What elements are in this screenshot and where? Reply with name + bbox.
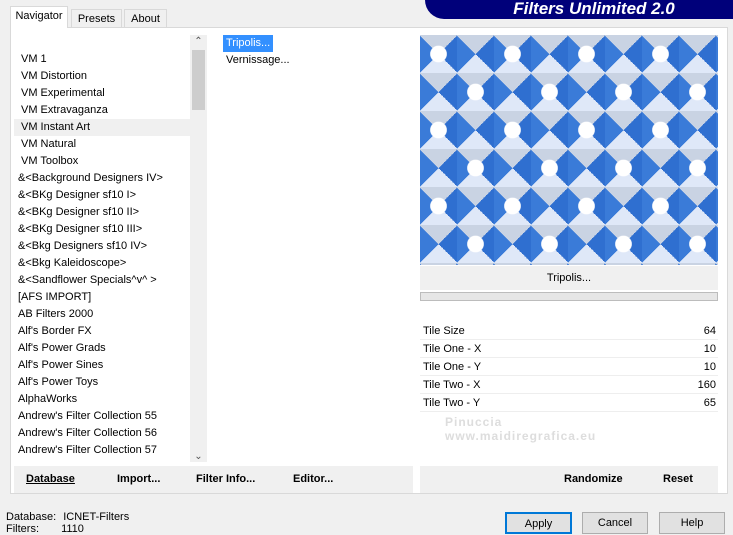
cancel-button[interactable]: Cancel (582, 512, 648, 534)
filter-preview (420, 35, 718, 265)
param-label: Tile Two - Y (423, 397, 481, 409)
reset-button[interactable]: Reset (663, 466, 693, 493)
param-value[interactable]: 65 (704, 394, 716, 411)
status-info: Database: ICNET-Filters Filters: 1110 (6, 511, 130, 535)
scroll-up-icon[interactable]: ⌃ (190, 35, 207, 49)
progress-bar (420, 292, 718, 301)
category-item[interactable]: Alf's Power Sines (14, 357, 190, 374)
category-item[interactable]: &<Background Designers IV> (14, 170, 190, 187)
category-item[interactable]: VM Distortion (14, 68, 190, 85)
category-item[interactable]: &<BKg Designer sf10 III> (14, 221, 190, 238)
tab-presets[interactable]: Presets (71, 9, 122, 28)
param-value[interactable]: 10 (704, 340, 716, 357)
param-row[interactable]: Tile One - Y 10 (420, 358, 718, 376)
category-item[interactable]: VM Extravaganza (14, 102, 190, 119)
editor-button[interactable]: Editor... (293, 466, 333, 493)
category-item[interactable]: AlphaWorks (14, 391, 190, 408)
right-button-bar: Randomize Reset (420, 466, 718, 493)
category-item[interactable]: VM Natural (14, 136, 190, 153)
filter-list[interactable]: Tripolis... Vernissage... (214, 35, 412, 462)
param-value[interactable]: 160 (698, 376, 716, 393)
category-item[interactable]: &<Sandflower Specials^v^ > (14, 272, 190, 289)
category-item[interactable]: &<Bkg Kaleidoscope> (14, 255, 190, 272)
category-item[interactable]: VM 1 (14, 51, 190, 68)
category-item[interactable]: Andrew's Filter Collection 58 (14, 459, 190, 462)
database-button[interactable]: Database (26, 466, 75, 493)
filter-item[interactable]: Tripolis... (223, 35, 274, 52)
randomize-button[interactable]: Randomize (564, 466, 623, 493)
filter-item[interactable]: Vernissage... (223, 52, 293, 69)
category-item[interactable]: Alf's Power Grads (14, 340, 190, 357)
import-button[interactable]: Import... (117, 466, 160, 493)
category-item[interactable]: Alf's Power Toys (14, 374, 190, 391)
category-item[interactable]: &<BKg Designer sf10 II> (14, 204, 190, 221)
scrollbar-thumb[interactable] (192, 50, 205, 110)
param-row[interactable]: Tile Size 64 (420, 322, 718, 340)
param-value[interactable]: 10 (704, 358, 716, 375)
filter-info-button[interactable]: Filter Info... (196, 466, 255, 493)
category-item[interactable]: Andrew's Filter Collection 57 (14, 442, 190, 459)
category-item[interactable]: AB Filters 2000 (14, 306, 190, 323)
param-label: Tile One - Y (423, 361, 482, 373)
category-item[interactable]: Alf's Border FX (14, 323, 190, 340)
category-item[interactable]: &<BKg Designer sf10 I> (14, 187, 190, 204)
left-button-bar: Database Import... Filter Info... Editor… (14, 466, 413, 493)
category-item[interactable]: Andrew's Filter Collection 56 (14, 425, 190, 442)
scroll-down-icon[interactable]: ⌄ (190, 451, 207, 462)
param-row[interactable]: Tile One - X 10 (420, 340, 718, 358)
category-item[interactable]: VM Experimental (14, 85, 190, 102)
category-item[interactable]: VM Toolbox (14, 153, 190, 170)
parameter-list: Tile Size 64 Tile One - X 10 Tile One - Y 10 T… (420, 322, 718, 412)
param-value[interactable]: 64 (704, 322, 716, 339)
param-label: Tile Two - X (423, 379, 481, 391)
param-label: Tile One - X (423, 343, 482, 355)
category-item[interactable]: Andrew's Filter Collection 55 (14, 408, 190, 425)
category-item[interactable]: &<Bkg Designers sf10 IV> (14, 238, 190, 255)
help-button[interactable]: Help (659, 512, 725, 534)
param-row[interactable]: Tile Two - Y 65 (420, 394, 718, 412)
param-label: Tile Size (423, 325, 465, 337)
apply-button[interactable]: Apply (505, 512, 572, 534)
category-item[interactable]: [AFS IMPORT] (14, 289, 190, 306)
param-row[interactable]: Tile Two - X 160 (420, 376, 718, 394)
app-logo: Filters Unlimited 2.0 (425, 0, 733, 19)
tab-about[interactable]: About (124, 9, 167, 28)
watermark: Pinuccia www.maidiregrafica.eu (445, 415, 597, 443)
category-list[interactable]: VM 1 VM Distortion VM Experimental VM Extra… (14, 35, 190, 462)
filter-name-button[interactable]: Tripolis... (420, 266, 718, 290)
tab-navigator[interactable]: Navigator (10, 6, 68, 28)
category-item[interactable]: VM Instant Art (14, 119, 190, 136)
